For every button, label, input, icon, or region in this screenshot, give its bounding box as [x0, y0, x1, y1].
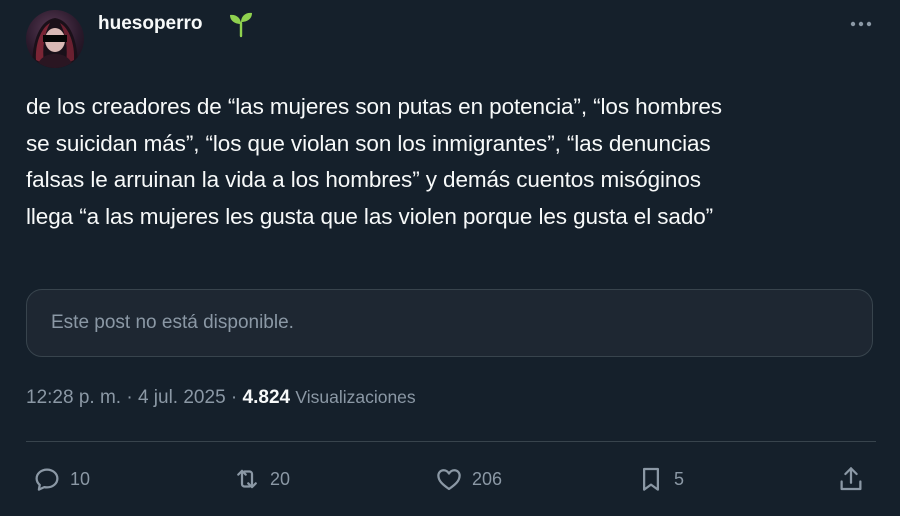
- post-text: de los creadores de “las mujeres son put…: [26, 94, 722, 229]
- meta-separator: ·: [230, 387, 238, 408]
- more-options-icon[interactable]: [846, 12, 876, 36]
- post-meta: 12:28 p. m. · 4 jul. 2025 · 4.824 Visual…: [26, 387, 416, 409]
- views-label: Visualizaciones: [295, 387, 416, 407]
- reply-icon: [35, 468, 59, 491]
- like-count: 206: [472, 468, 503, 489]
- quoted-post-unavailable: Este post no está disponible.: [26, 289, 873, 357]
- share-icon: [840, 467, 862, 491]
- post-detail: huesoperro de los creadores de “las muje…: [0, 0, 900, 516]
- bookmark-icon: [643, 467, 659, 491]
- like-button[interactable]: 206: [434, 462, 502, 496]
- post-date[interactable]: 4 jul. 2025: [138, 387, 226, 408]
- username[interactable]: huesoperro: [98, 13, 203, 35]
- share-button[interactable]: [836, 462, 866, 496]
- unavailable-message: Este post no está disponible.: [51, 312, 294, 333]
- action-bar: 10 20 206 5: [0, 462, 900, 496]
- divider: [26, 441, 876, 442]
- repost-count: 20: [270, 468, 291, 489]
- reply-count: 10: [70, 468, 91, 489]
- bookmark-count: 5: [674, 468, 685, 489]
- reply-button[interactable]: 10: [32, 462, 90, 496]
- meta-separator: ·: [126, 387, 133, 408]
- repost-button[interactable]: 20: [232, 462, 290, 496]
- heart-icon: [437, 469, 461, 491]
- avatar[interactable]: [26, 10, 84, 68]
- post-time[interactable]: 12:28 p. m.: [26, 387, 121, 408]
- views-count: 4.824: [242, 387, 291, 408]
- repost-icon: [237, 469, 257, 489]
- bookmark-button[interactable]: 5: [636, 462, 684, 496]
- sprout-icon: [230, 12, 252, 38]
